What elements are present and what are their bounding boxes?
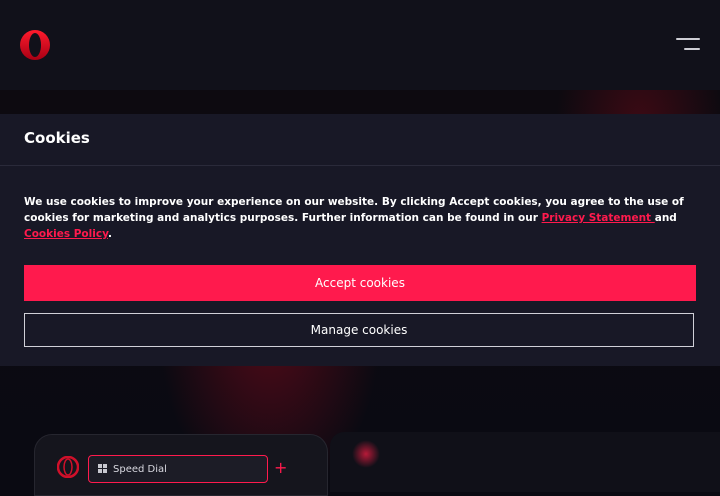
menu-line-bottom [684,48,700,50]
tab-speed-dial[interactable]: Speed Dial [88,455,268,483]
red-glow [352,440,380,468]
opera-mini-logo-icon [57,456,79,478]
plus-icon[interactable]: + [274,458,287,478]
privacy-statement-link[interactable]: Privacy Statement [542,212,655,224]
cookie-text-end: . [107,228,112,240]
accept-cookies-button[interactable]: Accept cookies [24,265,696,301]
site-header [0,0,720,90]
cookie-divider [0,165,720,166]
menu-line-top [676,38,700,40]
cookie-title: Cookies [24,129,90,147]
grid-icon [98,464,108,474]
cookie-description: We use cookies to improve your experienc… [24,194,700,242]
hamburger-menu-icon[interactable] [676,38,700,52]
cookie-text-and: and [654,212,677,224]
manage-cookies-button[interactable]: Manage cookies [24,313,694,347]
cookies-policy-link[interactable]: Cookies Policy [24,228,108,240]
browser-preview-panel [330,432,720,492]
tab-label: Speed Dial [113,463,167,475]
opera-logo-icon[interactable] [19,29,51,61]
